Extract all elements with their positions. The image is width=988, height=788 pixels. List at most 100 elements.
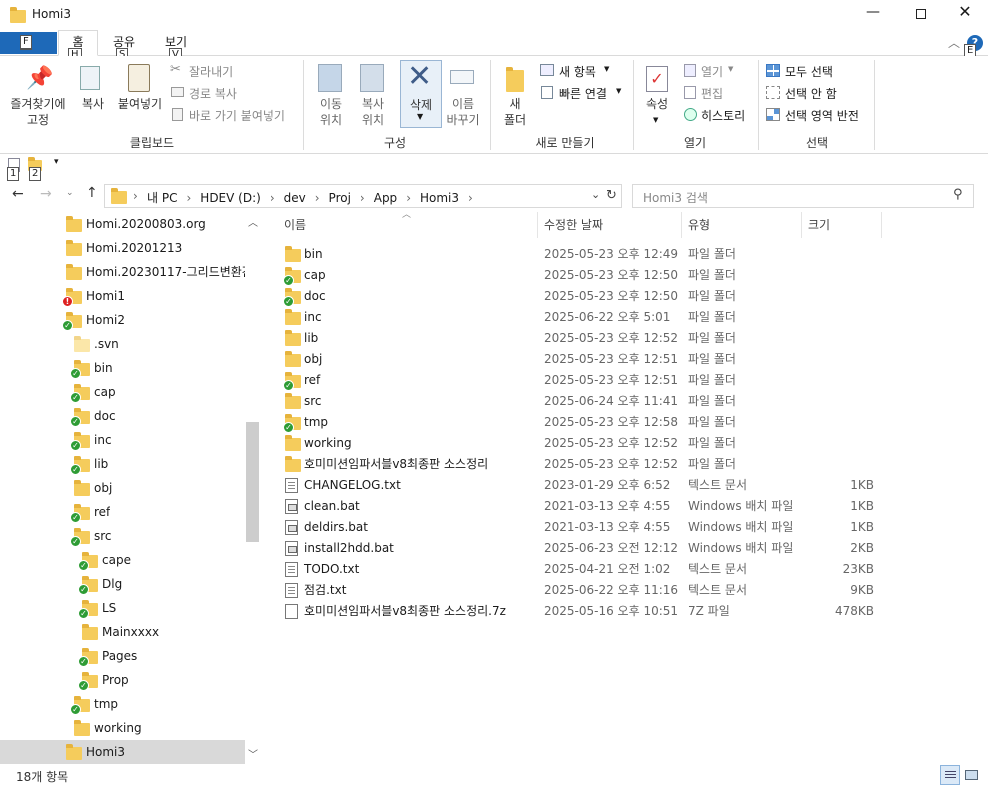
tree-item[interactable]: ✓ inc	[0, 428, 245, 452]
file-row[interactable]: TODO.txt 2025-04-21 오전 1:02 텍스트 문서 23KB	[280, 559, 880, 580]
column-divider[interactable]	[681, 212, 682, 238]
column-header-name[interactable]: 이름	[284, 216, 306, 234]
scroll-down-icon[interactable]: ﹀	[248, 746, 258, 761]
tree-item[interactable]: ✓ lib	[0, 452, 245, 476]
search-icon[interactable]: ⚲	[953, 187, 963, 202]
tree-item[interactable]: ✓ tmp	[0, 692, 245, 716]
customize-qat-icon[interactable]: ▾	[54, 157, 59, 167]
file-row[interactable]: clean.bat 2021-03-13 오후 4:55 Windows 배치 파일…	[280, 496, 880, 517]
tree-item[interactable]: ✓ Prop	[0, 668, 245, 692]
back-button[interactable]: ←	[12, 186, 24, 202]
breadcrumb-item[interactable]: 내 PC	[147, 191, 177, 205]
column-divider[interactable]	[881, 212, 882, 238]
select-none-button[interactable]: 선택 안 함	[764, 84, 864, 102]
copy-to-button[interactable]: 복사 위치	[352, 62, 394, 132]
file-row[interactable]: bin 2025-05-23 오후 12:49 파일 폴더	[280, 244, 880, 265]
tree-item[interactable]: working	[0, 716, 245, 740]
tree-item[interactable]: ✓ cap	[0, 380, 245, 404]
history-button[interactable]: 히스토리	[682, 106, 754, 124]
tree-item[interactable]: Homi.20200803.org	[0, 212, 245, 236]
details-view-button[interactable]	[940, 765, 960, 785]
search-box[interactable]: Homi3 검색 ⚲	[632, 184, 974, 208]
tree-scrollbar[interactable]: ︿ ﹀	[245, 212, 262, 764]
tree-item[interactable]: Homi.20201213	[0, 236, 245, 260]
file-row[interactable]: working 2025-05-23 오후 12:52 파일 폴더	[280, 433, 880, 454]
rename-button[interactable]: 이름 바꾸기	[444, 62, 482, 132]
tree-item[interactable]: Mainxxxx	[0, 620, 245, 644]
up-button[interactable]: ↑	[86, 185, 98, 201]
breadcrumb-item[interactable]: HDEV (D:)	[200, 191, 261, 205]
maximize-button[interactable]	[906, 4, 936, 26]
breadcrumb-item[interactable]: dev	[284, 191, 306, 205]
column-header-size[interactable]: 크기	[808, 216, 830, 234]
tree-item[interactable]: ✓ cape	[0, 548, 245, 572]
file-row[interactable]: ✓ tmp 2025-05-23 오후 12:58 파일 폴더	[280, 412, 880, 433]
column-header-type[interactable]: 유형	[688, 216, 710, 234]
file-row[interactable]: obj 2025-05-23 오후 12:51 파일 폴더	[280, 349, 880, 370]
file-row[interactable]: deldirs.bat 2021-03-13 오후 4:55 Windows 배치 …	[280, 517, 880, 538]
search-input[interactable]: Homi3 검색	[643, 189, 708, 206]
file-row[interactable]: ✓ doc 2025-05-23 오후 12:50 파일 폴더	[280, 286, 880, 307]
tree-item[interactable]: ✓ Homi2	[0, 308, 245, 332]
easy-access-button[interactable]: 빠른 연결 ▼	[538, 84, 628, 102]
breadcrumb-item[interactable]: Proj	[329, 191, 351, 205]
history-label: 히스토리	[701, 109, 746, 123]
tree-item[interactable]: ✓ Pages	[0, 644, 245, 668]
file-row[interactable]: 호미미션임파서블v8최종판 소스정리.7z 2025-05-16 오후 10:51…	[280, 601, 880, 622]
file-row[interactable]: src 2025-06-24 오후 11:41 파일 폴더	[280, 391, 880, 412]
paste-button[interactable]: 붙여넣기	[114, 62, 166, 132]
minimize-button[interactable]: —	[858, 4, 888, 26]
tree-item[interactable]: ✓ doc	[0, 404, 245, 428]
open-button[interactable]: 열기 ▼	[682, 62, 752, 80]
address-dropdown-icon[interactable]: ⌄	[591, 188, 600, 201]
file-row[interactable]: install2hdd.bat 2025-06-23 오전 12:12 Window…	[280, 538, 880, 559]
scroll-up-icon[interactable]: ︿	[248, 214, 258, 229]
properties-button[interactable]: ✓ 속성 ▼	[638, 62, 676, 132]
refresh-icon[interactable]: ↻	[606, 188, 617, 203]
tree-item[interactable]: Homi3	[0, 740, 245, 764]
select-all-button[interactable]: 모두 선택	[764, 62, 864, 80]
edit-button[interactable]: 편집	[682, 84, 752, 102]
invert-selection-button[interactable]: 선택 영역 반전	[764, 106, 874, 124]
navigation-pane[interactable]: Homi.20200803.org Homi.20201213 Homi.20230…	[0, 212, 262, 764]
copy-path-button[interactable]: 경로 복사	[170, 84, 290, 102]
file-row[interactable]: CHANGELOG.txt 2023-01-29 오후 6:52 텍스트 문서 1KB	[280, 475, 880, 496]
file-row[interactable]: 점검.txt 2025-06-22 오후 11:16 텍스트 문서 9KB	[280, 580, 880, 601]
address-bar[interactable]: › 내 PC › HDEV (D:) › dev › Proj › App › Homi3 › ⌄ ↻	[104, 184, 622, 208]
cut-button[interactable]: ✂ 잘라내기	[170, 62, 290, 80]
tree-item[interactable]: ✓ ref	[0, 500, 245, 524]
tree-item[interactable]: Homi.20230117-그리드변환간	[0, 260, 245, 284]
tree-item[interactable]: ✓ src	[0, 524, 245, 548]
collapse-ribbon-icon[interactable]: ︿	[948, 34, 960, 51]
new-folder-button[interactable]: 새 폴더	[496, 62, 534, 132]
tree-item[interactable]: ✓ bin	[0, 356, 245, 380]
file-row[interactable]: ✓ ref 2025-05-23 오후 12:51 파일 폴더	[280, 370, 880, 391]
column-divider[interactable]	[537, 212, 538, 238]
forward-button[interactable]: →	[40, 186, 52, 202]
file-date: 2025-05-23 오후 12:52	[544, 331, 679, 345]
scroll-thumb[interactable]	[246, 422, 259, 542]
new-item-button[interactable]: 새 항목 ▼	[538, 62, 618, 80]
close-button[interactable]: ✕	[950, 2, 980, 24]
tree-item[interactable]: .svn	[0, 332, 245, 356]
pin-button[interactable]: 📌 즐겨찾기에 고정	[6, 62, 70, 132]
recent-locations-icon[interactable]: ⌄	[66, 188, 74, 198]
tree-item[interactable]: obj	[0, 476, 245, 500]
breadcrumb-item[interactable]: Homi3	[420, 191, 459, 205]
keytip-file-overlay: F	[20, 35, 32, 49]
breadcrumb-item[interactable]: App	[374, 191, 397, 205]
delete-button[interactable]: ✕ 삭제 ▼	[400, 59, 442, 128]
large-icons-view-button[interactable]	[964, 767, 980, 783]
tree-item[interactable]: ! Homi1	[0, 284, 245, 308]
file-row[interactable]: ✓ cap 2025-05-23 오후 12:50 파일 폴더	[280, 265, 880, 286]
tree-item[interactable]: ✓ LS	[0, 596, 245, 620]
copy-button[interactable]: 복사	[74, 62, 112, 132]
file-row[interactable]: lib 2025-05-23 오후 12:52 파일 폴더	[280, 328, 880, 349]
tree-item[interactable]: ✓ Dlg	[0, 572, 245, 596]
column-divider[interactable]	[801, 212, 802, 238]
move-to-button[interactable]: 이동 위치	[310, 62, 352, 132]
file-row[interactable]: inc 2025-06-22 오후 5:01 파일 폴더	[280, 307, 880, 328]
file-row[interactable]: 호미미션임파서블v8최종판 소스정리 2025-05-23 오후 12:52 파일 …	[280, 454, 880, 475]
column-header-date[interactable]: 수정한 날짜	[544, 216, 603, 234]
paste-shortcut-button[interactable]: 바로 가기 붙여넣기	[170, 106, 300, 124]
